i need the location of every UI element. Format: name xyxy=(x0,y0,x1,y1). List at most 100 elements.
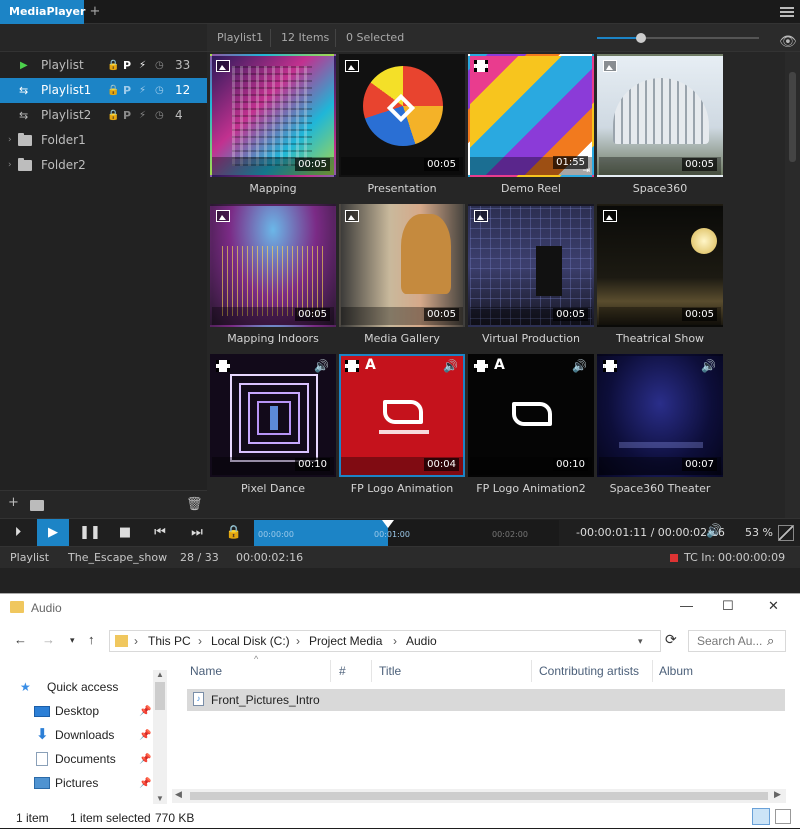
bolt-icon[interactable]: ⚡ xyxy=(139,53,146,78)
pause-button[interactable]: ❚❚ xyxy=(74,519,106,547)
bolt-icon[interactable]: ⚡ xyxy=(139,78,146,103)
previous-button[interactable]: ⏮ xyxy=(144,519,176,547)
p-flag-icon[interactable]: P xyxy=(123,103,131,128)
nav-downloads[interactable]: Downloads xyxy=(55,728,114,742)
search-input[interactable]: Search Au... ⌕ xyxy=(688,630,786,652)
scroll-down-icon[interactable]: ▼ xyxy=(156,794,164,803)
chevron-right-icon[interactable]: › xyxy=(198,634,202,648)
media-tile[interactable]: 00:05 Mapping Indoors xyxy=(210,204,336,354)
forward-button[interactable]: → xyxy=(42,632,55,647)
file-row[interactable]: ♪ Front_Pictures_Intro xyxy=(187,689,785,711)
play-button[interactable]: ▶ xyxy=(37,519,69,547)
scroll-up-icon[interactable]: ▲ xyxy=(156,670,164,679)
media-tile[interactable]: A 🔊 00:10 FP Logo Animation2 xyxy=(468,354,594,504)
column-artists[interactable]: Contributing artists xyxy=(539,664,639,678)
nav-pictures[interactable]: Pictures xyxy=(55,776,98,790)
chevron-right-icon[interactable]: › xyxy=(296,634,300,648)
recent-locations-icon[interactable]: ▾ xyxy=(70,635,75,646)
play-preview-button[interactable]: ⏵ xyxy=(2,519,34,547)
volume-icon[interactable]: 🔊 xyxy=(706,524,722,539)
large-icons-view-icon[interactable] xyxy=(775,809,791,824)
column-name[interactable]: Name xyxy=(190,664,222,678)
clock-icon[interactable]: ◷ xyxy=(155,78,164,103)
media-tile[interactable]: 00:05 Mapping xyxy=(210,54,336,204)
lock-icon[interactable]: 🔒 xyxy=(107,78,119,103)
pin-icon[interactable]: 📌 xyxy=(139,754,151,765)
thumbnail-size-slider[interactable] xyxy=(597,33,759,43)
scroll-right-icon[interactable]: ▶ xyxy=(774,789,781,800)
sidebar-item-playlist2[interactable]: ⇆ Playlist2 🔒 P ⚡ ◷ 4 xyxy=(0,103,207,128)
back-button[interactable]: ← xyxy=(14,632,27,647)
column-album[interactable]: Album xyxy=(659,664,693,678)
bolt-icon[interactable]: ⚡ xyxy=(139,103,146,128)
column-title[interactable]: Title xyxy=(379,664,401,678)
lock-icon[interactable]: 🔒 xyxy=(107,53,119,78)
maximize-button[interactable]: ☐ xyxy=(722,598,734,614)
add-playlist-button[interactable]: + xyxy=(8,495,19,510)
nav-pane-scrollbar[interactable]: ▲ ▼ xyxy=(153,670,167,804)
sidebar-item-playlist1[interactable]: ⇆ Playlist1 🔒 P ⚡ ◷ 12 xyxy=(0,78,207,103)
thumbnail[interactable]: 🔊 00:10 xyxy=(210,354,336,477)
breadcrumb-local-disk[interactable]: Local Disk (C:) xyxy=(211,634,290,648)
add-folder-icon[interactable] xyxy=(30,500,44,511)
scroll-left-icon[interactable]: ◀ xyxy=(175,789,182,800)
refresh-button[interactable]: ⟳ xyxy=(665,631,677,648)
scrollbar-thumb[interactable] xyxy=(155,682,165,710)
column-divider[interactable] xyxy=(652,660,653,682)
media-tile[interactable]: 00:05 Theatrical Show xyxy=(597,204,723,354)
up-button[interactable]: ↑ xyxy=(88,632,95,647)
chevron-right-icon[interactable]: › xyxy=(134,634,138,648)
breadcrumb-project-media[interactable]: Project Media xyxy=(309,634,382,648)
tab-mediaplayer[interactable]: MediaPlayer xyxy=(0,0,85,24)
breadcrumb-audio[interactable]: Audio xyxy=(406,634,437,648)
thumbnail[interactable]: 00:05 xyxy=(210,54,336,177)
media-tile[interactable]: 01:55 ⇥ Demo Reel xyxy=(468,54,594,204)
scrollbar-thumb[interactable] xyxy=(190,792,768,800)
media-tile[interactable]: 🔊 00:10 Pixel Dance xyxy=(210,354,336,504)
chevron-right-icon[interactable]: › xyxy=(393,634,397,648)
scrollbar-thumb[interactable] xyxy=(789,72,796,162)
next-button[interactable]: ⏭ xyxy=(181,519,213,547)
thumbnail[interactable]: 00:05 xyxy=(339,204,465,327)
address-bar[interactable]: › This PC › Local Disk (C:) › Project Me… xyxy=(109,630,661,652)
minimize-button[interactable]: — xyxy=(680,598,693,613)
lock-icon[interactable]: 🔒 xyxy=(218,519,250,547)
chevron-right-icon[interactable]: › xyxy=(8,128,12,153)
stop-button[interactable]: ■ xyxy=(109,519,141,547)
nav-quick-access[interactable]: Quick access xyxy=(47,680,118,694)
search-icon[interactable]: ⌕ xyxy=(767,633,774,649)
close-button[interactable]: ✕ xyxy=(768,598,779,614)
column-divider[interactable] xyxy=(330,660,331,682)
p-flag-icon[interactable]: P xyxy=(123,53,131,78)
thumbnail[interactable]: 00:05 xyxy=(597,54,723,177)
column-number[interactable]: # xyxy=(339,664,346,678)
grid-scrollbar[interactable] xyxy=(785,52,800,518)
thumbnail[interactable]: A 🔊 00:10 xyxy=(468,354,594,477)
trash-icon[interactable]: 🗑 xyxy=(186,497,203,512)
pin-icon[interactable]: 📌 xyxy=(139,730,151,741)
media-tile-selected[interactable]: A 🔊 00:04 FP Logo Animation xyxy=(339,354,465,504)
media-tile[interactable]: 00:05 Space360 xyxy=(597,54,723,204)
fullscreen-icon[interactable] xyxy=(778,525,794,541)
thumbnail[interactable]: 00:05 xyxy=(210,204,336,327)
thumbnail[interactable]: A 🔊 00:04 xyxy=(339,354,465,477)
sidebar-item-folder2[interactable]: › Folder2 xyxy=(0,153,207,178)
pin-icon[interactable]: 📌 xyxy=(139,778,151,789)
chevron-right-icon[interactable]: › xyxy=(8,153,12,178)
media-tile[interactable]: 🔊 00:07 Space360 Theater xyxy=(597,354,723,504)
hamburger-menu-icon[interactable] xyxy=(780,5,794,19)
add-tab-button[interactable]: + xyxy=(88,4,102,20)
thumbnail[interactable]: 00:05 xyxy=(597,204,723,327)
horizontal-scrollbar[interactable]: ◀ ▶ xyxy=(172,789,786,803)
column-divider[interactable] xyxy=(371,660,372,682)
clock-icon[interactable]: ◷ xyxy=(155,53,164,78)
address-dropdown-icon[interactable]: ▾ xyxy=(638,636,643,647)
thumbnail[interactable]: 00:05 xyxy=(339,54,465,177)
slider-handle[interactable] xyxy=(635,33,646,43)
playhead[interactable] xyxy=(382,520,395,528)
details-view-icon[interactable] xyxy=(752,808,770,825)
thumbnail[interactable]: 01:55 xyxy=(468,54,594,177)
media-tile[interactable]: 00:05 Virtual Production xyxy=(468,204,594,354)
pin-icon[interactable]: 📌 xyxy=(139,706,151,717)
sidebar-item-playlist[interactable]: ▶ Playlist 🔒 P ⚡ ◷ 33 xyxy=(0,53,207,78)
